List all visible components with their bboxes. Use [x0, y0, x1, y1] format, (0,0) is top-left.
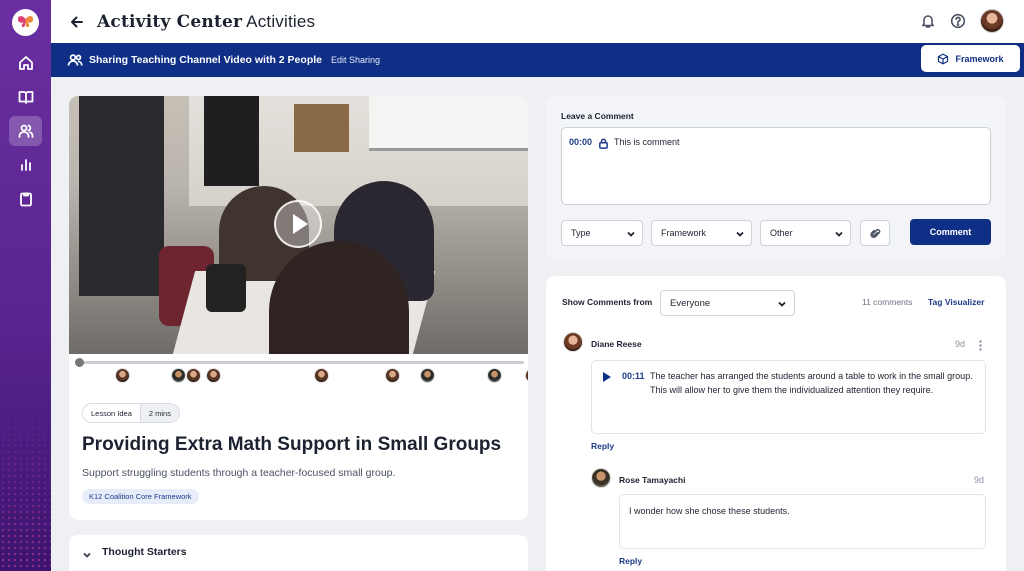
framework-select[interactable]: Framework	[651, 220, 752, 246]
reply-link[interactable]: Reply	[619, 556, 642, 566]
people-icon	[67, 52, 83, 68]
top-actions	[920, 9, 1004, 33]
user-avatar[interactable]	[980, 9, 1004, 33]
timeline-comment-marker[interactable]	[525, 368, 528, 383]
comment-author[interactable]: Rose Tamayachi	[619, 475, 685, 485]
arrow-left-icon	[71, 16, 83, 27]
chevron-down-icon	[778, 301, 786, 307]
type-select[interactable]: Type	[561, 220, 643, 246]
reply-link[interactable]: Reply	[591, 441, 614, 451]
avatar[interactable]	[563, 332, 583, 352]
avatar[interactable]	[591, 468, 611, 488]
comment-submit-button[interactable]: Comment	[910, 219, 991, 245]
users-icon	[18, 124, 33, 138]
comments-count: 11 comments	[862, 297, 913, 307]
leave-comment-panel: Leave a Comment 00:00 This is comment Ty…	[546, 96, 1006, 260]
back-button[interactable]	[69, 14, 85, 30]
rail-dot-pattern	[0, 401, 51, 571]
page-title-rest: Activities	[246, 11, 316, 31]
chart-icon	[20, 159, 31, 171]
framework-select-value: Framework	[661, 228, 707, 238]
comment-age: 9d	[955, 339, 966, 349]
bell-icon[interactable]	[920, 13, 936, 29]
timeline-comment-marker[interactable]	[171, 368, 186, 383]
comments-filter-value: Everyone	[670, 297, 711, 309]
video-scene-whiteboard	[369, 96, 528, 151]
thought-starters-title: Thought Starters	[102, 546, 187, 558]
video-scene-bag	[206, 264, 246, 312]
show-comments-label: Show Comments from	[562, 297, 653, 307]
nav-library[interactable]	[9, 82, 42, 112]
lock-icon[interactable]	[598, 136, 609, 149]
butterfly-logo-icon	[17, 16, 34, 28]
comment-timestamp[interactable]: 00:11	[622, 371, 645, 381]
video-scene-bulletin-board	[79, 96, 164, 296]
comment-timestamp[interactable]: 00:00	[569, 137, 592, 147]
comment-age: 9d	[974, 475, 985, 485]
cube-icon	[938, 52, 949, 65]
top-bar: Activity Center Activities	[51, 0, 1024, 43]
sharing-text: Sharing Teaching Channel Video with 2 Pe…	[89, 54, 322, 66]
chevron-down-icon	[835, 231, 843, 237]
video-scene-shelf	[294, 104, 349, 152]
timeline-comment-marker[interactable]	[487, 368, 502, 383]
book-icon	[18, 91, 33, 104]
type-select-value: Type	[571, 228, 591, 238]
other-select-value: Other	[770, 228, 793, 238]
attach-button[interactable]	[860, 220, 890, 246]
paperclip-icon	[869, 228, 880, 238]
lesson-title: Providing Extra Math Support in Small Gr…	[82, 434, 502, 455]
timeline-comment-marker[interactable]	[186, 368, 201, 383]
comment-body: 00:11 The teacher has arranged the stude…	[591, 360, 986, 434]
nav-home[interactable]	[9, 48, 42, 78]
timeline-comment-marker[interactable]	[385, 368, 400, 383]
video-timeline[interactable]	[75, 358, 524, 367]
comment-textarea[interactable]: 00:00 This is comment	[561, 127, 991, 205]
chevron-down-icon	[82, 547, 92, 558]
play-button[interactable]	[274, 200, 322, 248]
lesson-meta: Lesson Idea 2 mins	[82, 403, 180, 423]
comment-text: I wonder how she chose these students.	[629, 506, 790, 516]
timeline-comment-marker[interactable]	[420, 368, 435, 383]
nav-people[interactable]	[9, 116, 42, 146]
comment-author[interactable]: Diane Reese	[591, 339, 642, 349]
sharing-banner: Sharing Teaching Channel Video with 2 Pe…	[51, 43, 1024, 77]
comment-body: I wonder how she chose these students.	[619, 494, 986, 549]
timeline-comment-marker[interactable]	[115, 368, 130, 383]
butterfly-logo[interactable]	[12, 9, 39, 36]
timeline-comment-marker[interactable]	[206, 368, 221, 383]
lesson-duration-badge: 2 mins	[140, 404, 179, 422]
comment-text: This is comment	[614, 137, 680, 147]
nav-reports[interactable]	[9, 150, 42, 180]
timeline-scrubber[interactable]	[75, 358, 84, 367]
nav-tasks[interactable]	[9, 184, 42, 214]
framework-button-label: Framework	[955, 53, 1004, 64]
play-icon[interactable]	[603, 372, 611, 382]
leave-comment-label: Leave a Comment	[561, 111, 634, 121]
chevron-down-icon	[627, 231, 635, 237]
help-icon[interactable]	[950, 13, 966, 29]
comment-text: The teacher has arranged the students ar…	[650, 371, 973, 395]
lesson-card: Lesson Idea 2 mins Providing Extra Math …	[69, 96, 528, 520]
video-player[interactable]	[69, 96, 528, 354]
framework-tag[interactable]: K12 Coalition Core Framework	[82, 489, 199, 504]
more-options-icon[interactable]	[979, 338, 982, 351]
tag-visualizer-link[interactable]: Tag Visualizer	[928, 297, 984, 307]
edit-sharing-link[interactable]: Edit Sharing	[331, 55, 380, 65]
page-title: Activity Center Activities	[97, 12, 315, 32]
other-select[interactable]: Other	[760, 220, 851, 246]
comments-filter-select[interactable]: Everyone	[660, 290, 795, 316]
clipboard-icon	[19, 192, 32, 207]
chevron-down-icon	[736, 231, 744, 237]
lesson-description: Support struggling students through a te…	[82, 467, 396, 479]
page-title-bold: Activity Center	[97, 11, 243, 32]
comments-panel: Show Comments from Everyone 11 comments …	[546, 276, 1006, 571]
thought-starters-panel[interactable]: Thought Starters	[69, 535, 528, 571]
lesson-type-badge: Lesson Idea	[83, 404, 141, 422]
timeline-comment-marker[interactable]	[314, 368, 329, 383]
framework-button[interactable]: Framework	[921, 45, 1020, 72]
video-scene-tv	[204, 96, 259, 186]
home-icon	[18, 56, 33, 70]
side-nav	[0, 0, 51, 571]
